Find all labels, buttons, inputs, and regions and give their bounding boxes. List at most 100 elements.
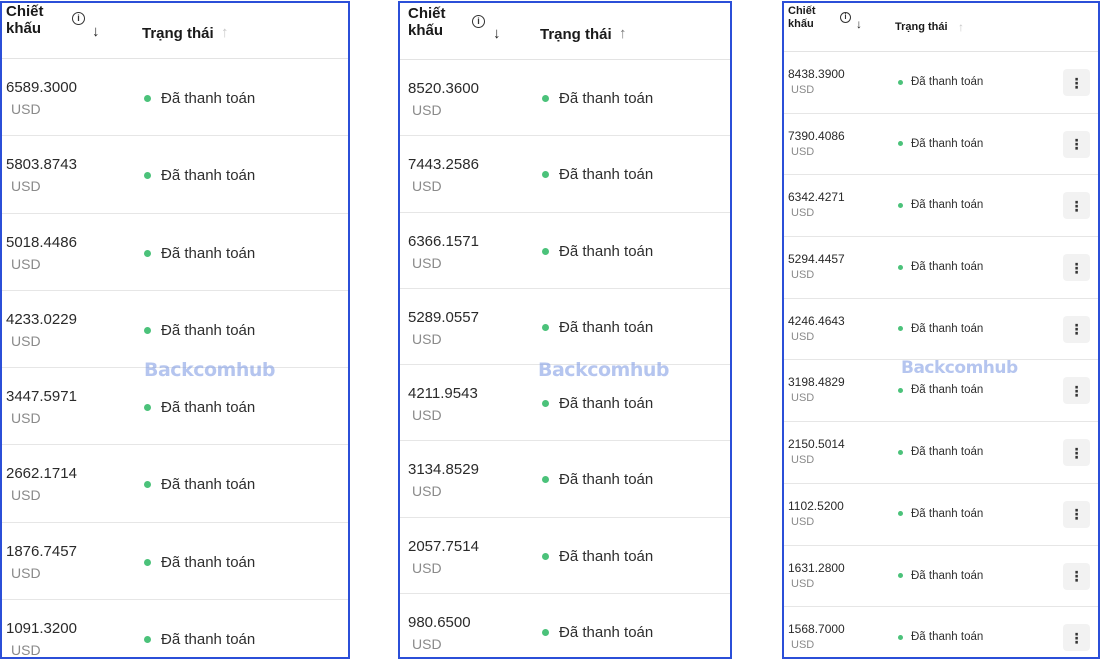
currency-label: USD xyxy=(412,559,442,576)
status-dot-icon xyxy=(542,476,549,484)
discount-amount: 1876.7457 xyxy=(6,542,77,560)
status-text: Đã thanh toán xyxy=(161,167,256,185)
more-options-button[interactable]: ⋮ xyxy=(1063,254,1090,282)
more-options-button[interactable]: ⋮ xyxy=(1063,130,1090,158)
status-badge: Đã thanh toán xyxy=(898,138,983,150)
currency-label: USD xyxy=(11,101,41,117)
table-row: 3134.8529 USD Đã thanh toán xyxy=(400,441,730,518)
status-text: Đã thanh toán xyxy=(911,446,984,459)
discount-amount: 6589.3000 xyxy=(6,79,77,96)
column-header-discount[interactable]: Chiết khấu xyxy=(408,5,446,40)
discount-amount: 980.6500 xyxy=(408,614,471,632)
status-dot-icon xyxy=(144,481,151,489)
discount-amount: 2057.7514 xyxy=(408,537,479,555)
table-row: 1876.7457 USD Đã thanh toán xyxy=(2,523,348,601)
currency-label: USD xyxy=(11,332,41,349)
more-options-button[interactable]: ⋮ xyxy=(1063,500,1090,528)
sort-up-icon[interactable]: ↑ xyxy=(221,24,229,41)
more-options-button[interactable]: ⋮ xyxy=(1063,439,1090,467)
more-options-button[interactable]: ⋮ xyxy=(1063,624,1090,652)
column-header-status[interactable]: Trạng thái xyxy=(540,26,612,43)
status-text: Đã thanh toán xyxy=(911,322,984,335)
currency-label: USD xyxy=(791,515,815,528)
status-badge: Đã thanh toán xyxy=(542,90,653,107)
column-header-status[interactable]: Trạng thái xyxy=(895,21,948,33)
discount-amount: 7443.2586 xyxy=(408,156,479,174)
table-row: 7443.2586 USD Đã thanh toán xyxy=(400,136,730,213)
currency-label: USD xyxy=(11,642,41,659)
table-row: 3447.5971 USD Đã thanh toán xyxy=(2,368,348,446)
table-row: 5803.8743 USD Đã thanh toán xyxy=(2,136,348,214)
more-options-button[interactable]: ⋮ xyxy=(1063,562,1090,590)
status-badge: Đã thanh toán xyxy=(542,166,653,183)
status-dot-icon xyxy=(898,511,903,517)
kebab-menu-icon: ⋮ xyxy=(1069,568,1084,584)
kebab-menu-icon: ⋮ xyxy=(1069,629,1084,646)
status-dot-icon xyxy=(898,264,903,270)
info-icon[interactable]: i xyxy=(840,12,851,23)
status-text: Đã thanh toán xyxy=(559,318,654,336)
more-options-button[interactable]: ⋮ xyxy=(1063,192,1090,220)
status-badge: Đã thanh toán xyxy=(898,446,983,458)
table-row: 6366.1571 USD Đã thanh toán xyxy=(400,213,730,289)
discount-amount: 5294.4457 xyxy=(788,252,845,267)
status-dot-icon xyxy=(898,141,903,147)
status-badge: Đã thanh toán xyxy=(898,261,983,273)
table-row: 2662.1714 USD Đã thanh toán xyxy=(2,445,348,523)
currency-label: USD xyxy=(412,330,442,347)
status-text: Đã thanh toán xyxy=(559,242,654,260)
discount-amount: 5289.0557 xyxy=(408,308,479,326)
column-header-discount[interactable]: Chiết khấu xyxy=(788,5,816,30)
status-text: Đã thanh toán xyxy=(911,631,984,644)
discount-amount: 1568.7000 xyxy=(788,622,845,637)
sort-down-icon[interactable]: ↓ xyxy=(856,17,862,31)
kebab-menu-icon: ⋮ xyxy=(1069,136,1084,153)
sort-up-icon[interactable]: ↑ xyxy=(619,25,627,42)
column-header-discount[interactable]: Chiết khấu xyxy=(6,3,44,38)
currency-label: USD xyxy=(11,255,41,272)
status-badge: Đã thanh toán xyxy=(898,508,983,520)
status-text: Đã thanh toán xyxy=(161,553,256,571)
status-dot-icon xyxy=(144,636,151,644)
discount-amount: 4233.0229 xyxy=(6,310,77,328)
more-options-button[interactable]: ⋮ xyxy=(1063,69,1090,96)
currency-label: USD xyxy=(791,207,815,220)
table-row: 4233.0229 USD Đã thanh toán xyxy=(2,291,348,369)
currency-label: USD xyxy=(791,639,815,652)
kebab-menu-icon: ⋮ xyxy=(1069,444,1084,461)
sort-down-icon[interactable]: ↓ xyxy=(493,25,501,42)
status-badge: Đã thanh toán xyxy=(542,548,653,565)
table-row: 8438.3900 USD Đã thanh toán ⋮ xyxy=(784,52,1098,114)
more-options-button[interactable]: ⋮ xyxy=(1063,315,1090,343)
status-dot-icon xyxy=(144,172,151,180)
status-dot-icon xyxy=(898,387,903,393)
status-text: Đã thanh toán xyxy=(911,137,984,150)
currency-label: USD xyxy=(791,269,815,282)
currency-label: USD xyxy=(412,102,442,118)
status-badge: Đã thanh toán xyxy=(144,167,255,184)
panel-1: Chiết khấu i ↓ Trạng thái ↑ 6589.3000 USD Đã th… xyxy=(0,1,350,659)
currency-label: USD xyxy=(791,84,815,96)
status-text: Đã thanh toán xyxy=(161,90,256,107)
more-options-button[interactable]: ⋮ xyxy=(1063,377,1090,405)
status-dot-icon xyxy=(144,249,151,257)
status-text: Đã thanh toán xyxy=(559,624,654,642)
discount-amount: 1631.2800 xyxy=(788,560,845,575)
table-row: 980.6500 USD Đã thanh toán xyxy=(400,594,730,657)
currency-label: USD xyxy=(11,410,41,427)
sort-up-icon[interactable]: ↑ xyxy=(958,20,964,34)
status-text: Đã thanh toán xyxy=(161,476,256,494)
status-badge: Đã thanh toán xyxy=(542,471,653,488)
info-icon[interactable]: i xyxy=(472,15,485,28)
sort-down-icon[interactable]: ↓ xyxy=(92,23,100,40)
currency-label: USD xyxy=(412,636,442,653)
info-icon[interactable]: i xyxy=(72,12,85,25)
kebab-menu-icon: ⋮ xyxy=(1069,197,1084,214)
status-dot-icon xyxy=(542,400,549,408)
column-header-status[interactable]: Trạng thái xyxy=(142,25,214,42)
kebab-menu-icon: ⋮ xyxy=(1069,259,1084,276)
status-text: Đã thanh toán xyxy=(911,507,984,520)
table-row: 2057.7514 USD Đã thanh toán xyxy=(400,518,730,595)
discount-amount: 8520.3600 xyxy=(408,80,479,97)
status-badge: Đã thanh toán xyxy=(898,199,983,211)
